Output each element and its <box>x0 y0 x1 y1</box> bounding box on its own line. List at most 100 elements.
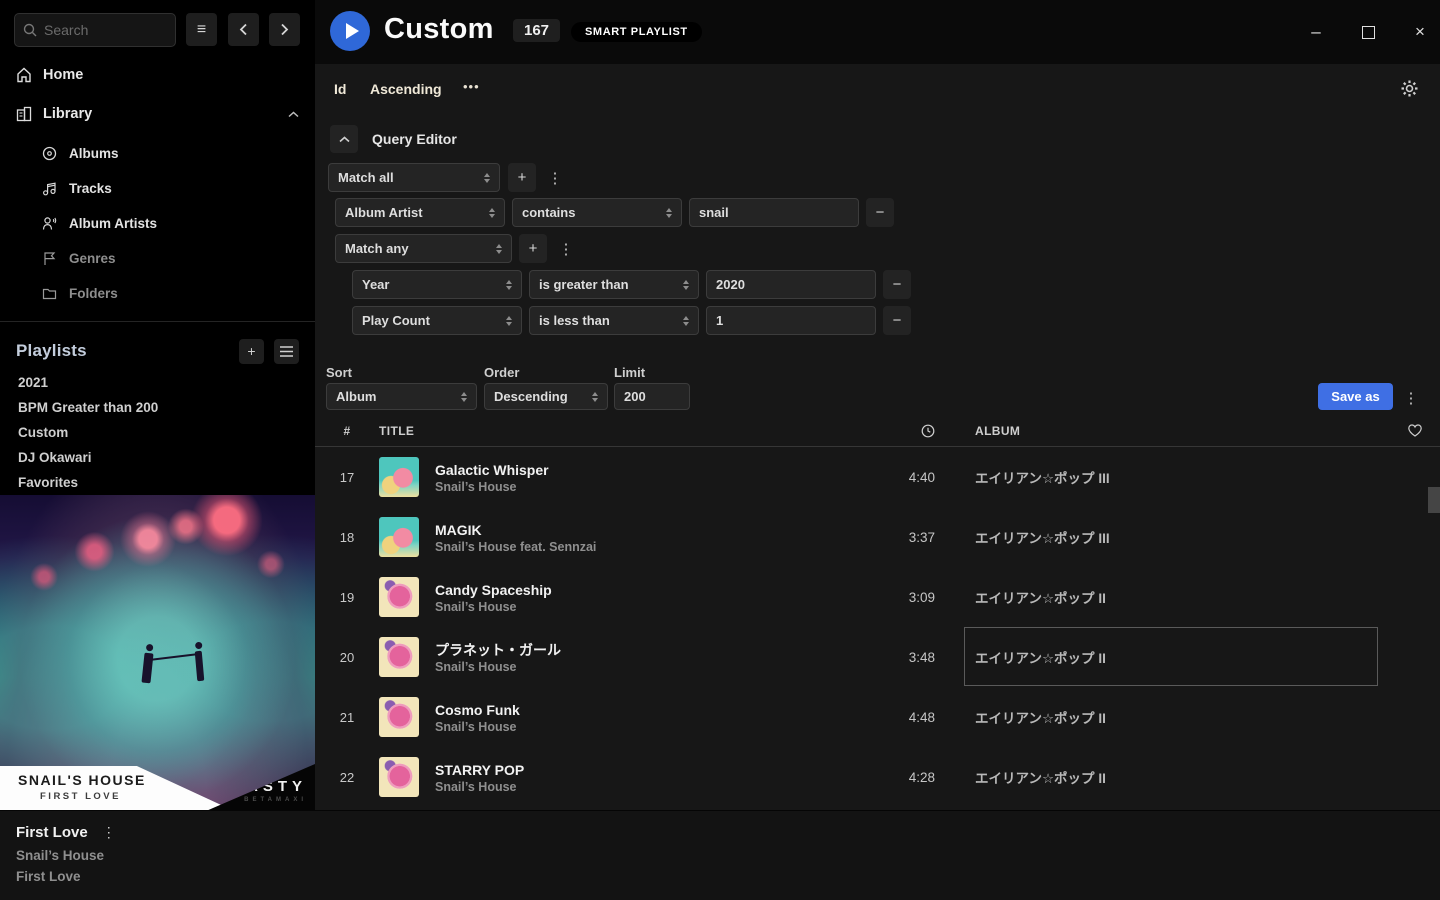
order-label: Order <box>484 365 519 380</box>
app-window: ≡ Home Library <box>0 0 1440 900</box>
query-editor: Query Editor Match all + ⋮ Album Artist … <box>315 125 1440 425</box>
sort-direction-button[interactable]: Ascending <box>370 81 442 97</box>
rule-operator-select[interactable]: contains <box>512 198 682 227</box>
sidebar-item-genres[interactable]: Genres <box>0 241 315 276</box>
artwork-figure-arm <box>150 653 198 661</box>
save-as-button[interactable]: Save as <box>1318 383 1393 410</box>
chevron-up-icon[interactable] <box>288 111 299 118</box>
gear-icon[interactable] <box>1401 80 1418 97</box>
now-playing-menu-button[interactable]: ⋮ <box>102 824 116 841</box>
track-row[interactable]: 18 MAGIK Snail’s House feat. Sennzai 3:3… <box>315 507 1440 567</box>
sidebar-menu-button[interactable]: ≡ <box>186 13 217 46</box>
sort-field-button[interactable]: Id <box>334 81 346 97</box>
playlist-item[interactable]: 2021 <box>0 370 315 395</box>
sidebar-item-home[interactable]: Home <box>0 57 315 93</box>
track-album: エイリアン☆ポップ II <box>975 707 1390 727</box>
track-title: MAGIK <box>435 520 596 540</box>
group-match-select[interactable]: Match any <box>335 234 512 263</box>
rule-operator-select[interactable]: is less than <box>529 306 699 335</box>
track-row[interactable]: 17 Galactic Whisper Snail’s House 4:40 エ… <box>315 447 1440 507</box>
track-row[interactable]: 21 Cosmo Funk Snail’s House 4:48 エイリアン☆ポ… <box>315 687 1440 747</box>
order-select[interactable]: Descending <box>484 383 608 410</box>
query-menu-button[interactable]: ⋮ <box>1401 383 1421 412</box>
nav-back-button[interactable] <box>228 13 259 46</box>
artwork-artist-text: SNAIL'S HOUSE <box>18 772 232 788</box>
search-input[interactable] <box>44 22 167 38</box>
remove-rule-button[interactable]: − <box>883 306 911 335</box>
track-artist: Snail’s House <box>435 720 520 734</box>
album-cover-thumbnail <box>379 517 419 557</box>
play-playlist-button[interactable] <box>330 11 370 51</box>
search-icon <box>23 23 37 37</box>
playlist-list-view-button[interactable] <box>274 339 299 364</box>
query-editor-collapse-button[interactable] <box>330 125 358 153</box>
player-bar: First Love ⋮ Snail’s House First Love 0:… <box>0 810 1440 900</box>
sidebar-item-label: Genres <box>69 251 116 266</box>
sidebar-item-albums[interactable]: Albums <box>0 136 315 171</box>
sidebar-item-label: Album Artists <box>69 216 157 231</box>
rule-field-select[interactable]: Year <box>352 270 522 299</box>
playlist-item[interactable]: BPM Greater than 200 <box>0 395 315 420</box>
rule-field-select[interactable]: Play Count <box>352 306 522 335</box>
track-album: エイリアン☆ポップ II <box>975 647 1390 667</box>
window-maximize-button[interactable] <box>1354 18 1382 46</box>
window-close-button[interactable]: × <box>1406 18 1434 46</box>
search-box[interactable] <box>14 13 176 47</box>
playlists-heading: Playlists <box>16 341 87 361</box>
column-title[interactable]: TITLE <box>379 424 851 438</box>
create-playlist-button[interactable]: + <box>239 339 264 364</box>
track-title: プラネット・ガール <box>435 640 561 660</box>
track-row[interactable]: 19 Candy Spaceship Snail’s House 3:09 エイ… <box>315 567 1440 627</box>
track-row[interactable]: 22 STARRY POP Snail’s House 4:28 エイリアン☆ポ… <box>315 747 1440 807</box>
limit-input[interactable] <box>614 383 690 410</box>
sidebar-item-album-artists[interactable]: Album Artists <box>0 206 315 241</box>
remove-rule-button[interactable]: − <box>866 198 894 227</box>
sort-select[interactable]: Album <box>326 383 477 410</box>
artwork-title-text: FIRST LOVE <box>40 791 232 802</box>
root-match-select[interactable]: Match all <box>328 163 500 192</box>
rule-operator-select[interactable]: is greater than <box>529 270 699 299</box>
track-album: エイリアン☆ポップ III <box>975 467 1390 487</box>
scrollbar-thumb[interactable] <box>1428 487 1440 513</box>
now-playing-artwork: SNAIL'S HOUSE FIRST LOVE TASTY BETAMAXI <box>0 495 315 810</box>
now-playing-album[interactable]: First Love <box>16 869 81 884</box>
track-album: エイリアン☆ポップ II <box>975 587 1390 607</box>
track-row[interactable]: 20 プラネット・ガール Snail’s House 3:48 エイリアン☆ポッ… <box>315 627 1440 687</box>
album-cover-thumbnail <box>379 457 419 497</box>
rule-value-input[interactable] <box>706 270 876 299</box>
group-add-rule-button[interactable]: + <box>519 234 547 263</box>
group-menu-button[interactable]: ⋮ <box>556 234 576 263</box>
track-title: Galactic Whisper <box>435 460 549 480</box>
window-minimize-button[interactable]: – <box>1302 18 1330 46</box>
playlist-item[interactable]: Favorites <box>0 470 315 495</box>
list-toolbar: Id Ascending ••• <box>315 64 1440 114</box>
sidebar-item-label: Home <box>43 67 83 83</box>
now-playing-artist[interactable]: Snail’s House <box>16 848 104 863</box>
add-rule-button[interactable]: + <box>508 163 536 192</box>
folder-icon <box>42 286 57 301</box>
rule-value-input[interactable] <box>689 198 859 227</box>
rule-field-select[interactable]: Album Artist <box>335 198 505 227</box>
album-cover-thumbnail <box>379 757 419 797</box>
artwork-figure <box>195 651 205 681</box>
duration-clock-icon[interactable] <box>851 424 941 438</box>
sidebar-item-tracks[interactable]: Tracks <box>0 171 315 206</box>
sidebar-item-label: Tracks <box>69 181 112 196</box>
track-duration: 3:37 <box>851 530 941 545</box>
heart-icon[interactable] <box>1390 424 1440 437</box>
rule-value-input[interactable] <box>706 306 876 335</box>
column-index[interactable]: # <box>315 424 379 438</box>
album-cover-thumbnail <box>379 577 419 617</box>
remove-rule-button[interactable]: − <box>883 270 911 299</box>
column-album[interactable]: ALBUM <box>975 424 1390 438</box>
playlist-item[interactable]: Custom <box>0 420 315 445</box>
root-rule-menu-button[interactable]: ⋮ <box>545 163 565 192</box>
sidebar-item-label: Albums <box>69 146 119 161</box>
playlist-item[interactable]: DJ Okawari <box>0 445 315 470</box>
record-label-name: TASTY <box>185 778 307 795</box>
sidebar-item-folders[interactable]: Folders <box>0 276 315 311</box>
sidebar-item-library[interactable]: Library <box>0 96 315 132</box>
sidebar: ≡ Home Library <box>0 0 315 810</box>
toolbar-more-button[interactable]: ••• <box>463 79 480 94</box>
nav-forward-button[interactable] <box>269 13 300 46</box>
